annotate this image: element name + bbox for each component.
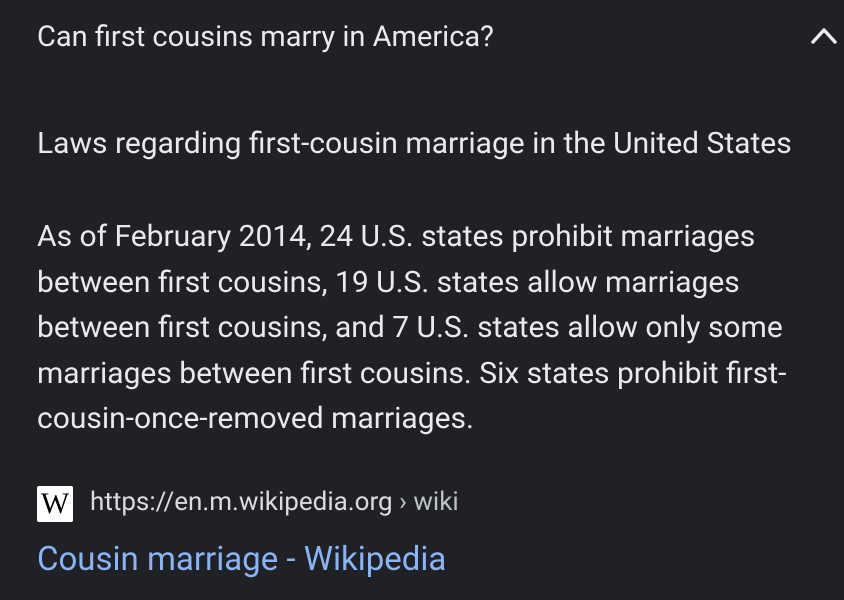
chevron-up-icon[interactable]	[810, 24, 838, 46]
source-breadcrumb: › wiki	[392, 487, 459, 517]
source-citation[interactable]: W https://en.m.wikipedia.org › wiki	[37, 483, 737, 523]
question-header[interactable]: Can first cousins marry in America?	[37, 14, 837, 60]
source-domain: https://en.m.wikipedia.org	[90, 487, 393, 517]
wikipedia-favicon-icon: W	[37, 486, 73, 522]
answer-paragraph: As of February 2014, 24 U.S. states proh…	[37, 219, 787, 436]
source-url[interactable]: https://en.m.wikipedia.org › wiki	[90, 485, 459, 519]
result-title-link[interactable]: Cousin marriage - Wikipedia	[37, 538, 446, 582]
answer-heading: Laws regarding first-cousin marriage in …	[37, 126, 792, 161]
question-text: Can first cousins marry in America?	[37, 20, 494, 54]
